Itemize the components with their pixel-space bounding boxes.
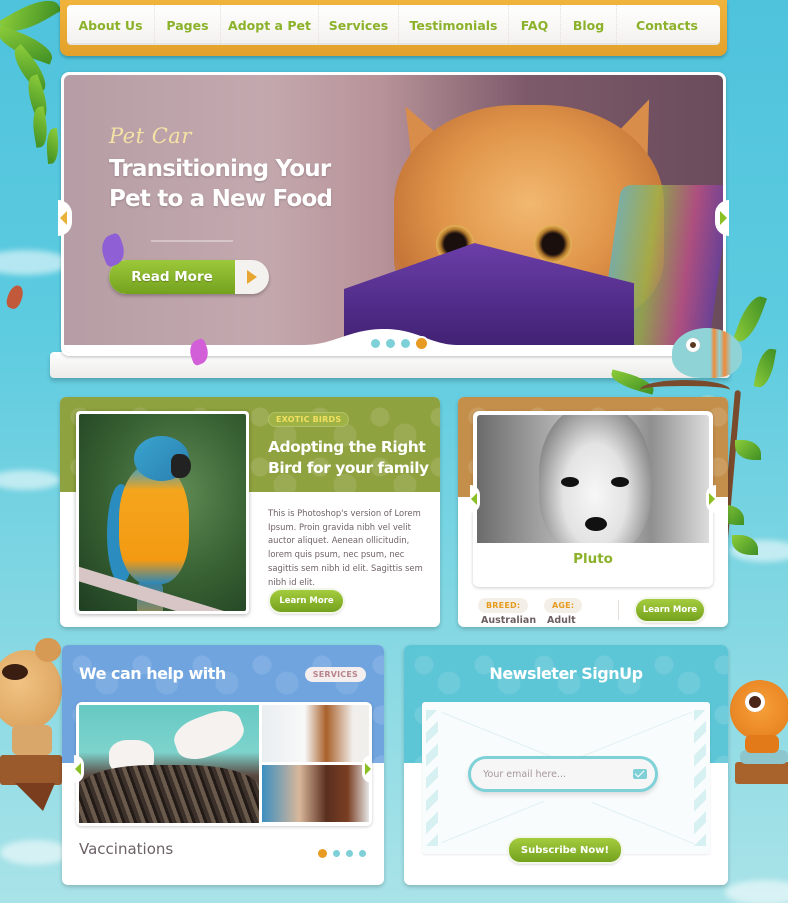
chevron-left-icon xyxy=(471,493,477,505)
breed-label: BREED: xyxy=(478,598,529,613)
services-dot-1[interactable] xyxy=(318,849,327,858)
exotic-birds-card: EXOTIC BIRDS Adopting the Right Bird for… xyxy=(60,397,440,627)
hero-caption: Pet Car Transitioning Your Pet to a New … xyxy=(109,124,333,214)
envelope-graphic xyxy=(422,702,710,854)
chevron-left-icon xyxy=(60,211,67,225)
services-dot-4[interactable] xyxy=(359,850,366,857)
services-next-button[interactable] xyxy=(362,755,372,783)
divider xyxy=(618,600,619,620)
chevron-right-icon xyxy=(709,493,715,505)
pet-next-button[interactable] xyxy=(706,485,716,513)
main-navigation: About Us Pages Adopt a Pet Services Test… xyxy=(60,0,727,56)
nav-item-services[interactable]: Services xyxy=(319,5,399,45)
nav-item-pages[interactable]: Pages xyxy=(155,5,221,45)
hero-title: Transitioning Your Pet to a New Food xyxy=(109,156,333,212)
card-title: We can help with xyxy=(79,664,226,683)
services-pagination xyxy=(318,849,366,858)
hero-next-button[interactable] xyxy=(715,200,729,236)
nav-item-testimonials[interactable]: Testimonials xyxy=(399,5,509,45)
hero-image xyxy=(64,75,723,353)
hero-slider: Pet Car Transitioning Your Pet to a New … xyxy=(58,72,729,356)
age-label: AGE: xyxy=(544,598,583,613)
husky-photo xyxy=(477,415,709,543)
envelope-icon xyxy=(633,769,647,779)
subscribe-button[interactable]: Subscribe Now! xyxy=(509,838,621,862)
card-title: Adopting the Right Bird for your family xyxy=(268,438,429,477)
kitten-eye xyxy=(534,225,572,263)
card-body-text: This is Photoshop's version of Lorem Ips… xyxy=(268,508,423,587)
dog-injection-photo xyxy=(262,765,369,822)
learn-more-button[interactable]: Learn More xyxy=(270,590,343,612)
cloud xyxy=(0,250,70,275)
hero-dot-4[interactable] xyxy=(416,338,427,349)
hero-dot-2[interactable] xyxy=(386,339,395,348)
hero-pagination xyxy=(371,338,427,349)
email-input[interactable] xyxy=(468,756,658,792)
parrot-photo xyxy=(76,411,249,614)
dog-checkup-photo xyxy=(262,705,369,762)
services-badge[interactable]: SERVICES xyxy=(304,667,366,682)
chevron-right-icon xyxy=(365,763,371,775)
services-dot-3[interactable] xyxy=(346,850,353,857)
nav-item-blog[interactable]: Blog xyxy=(561,5,617,45)
pet-photo-frame: Pluto xyxy=(473,411,713,587)
newsletter-card: Newsleter SignUp Subscribe Now! xyxy=(404,645,728,885)
hero-divider xyxy=(151,240,233,242)
hero-dot-3[interactable] xyxy=(401,339,410,348)
breed-value: Australian xyxy=(481,615,537,626)
services-gallery xyxy=(76,702,372,826)
age-value: Adult xyxy=(547,615,576,626)
chevron-right-icon xyxy=(720,211,727,225)
category-badge[interactable]: EXOTIC BIRDS xyxy=(268,412,350,427)
nav-item-about-us[interactable]: About Us xyxy=(67,5,155,45)
hero-script-label: Pet Car xyxy=(109,124,192,148)
chevron-left-icon xyxy=(75,763,81,775)
cloud xyxy=(0,840,70,865)
services-dot-2[interactable] xyxy=(333,850,340,857)
nav-item-adopt-a-pet[interactable]: Adopt a Pet xyxy=(221,5,319,45)
service-caption: Vaccinations xyxy=(79,840,174,858)
nav-item-contacts[interactable]: Contacts xyxy=(617,5,717,45)
hero-dot-1[interactable] xyxy=(371,339,380,348)
learn-more-button[interactable]: Learn More xyxy=(636,599,704,621)
nav-item-faq[interactable]: FAQ xyxy=(509,5,561,45)
cat-vaccination-photo xyxy=(79,705,259,823)
newsletter-title: Newsleter SignUp xyxy=(489,664,643,683)
read-more-button[interactable]: Read More xyxy=(109,260,269,294)
cloud xyxy=(725,880,788,903)
play-arrow-icon xyxy=(247,270,257,284)
cloud xyxy=(0,470,60,490)
pet-name: Pluto xyxy=(573,551,613,567)
fish-decoration xyxy=(4,283,26,311)
services-card: We can help with SERVICES Vaccinations xyxy=(62,645,384,885)
adopt-pet-card: Pluto BREED: Australian AGE: Adult Learn… xyxy=(458,397,728,627)
